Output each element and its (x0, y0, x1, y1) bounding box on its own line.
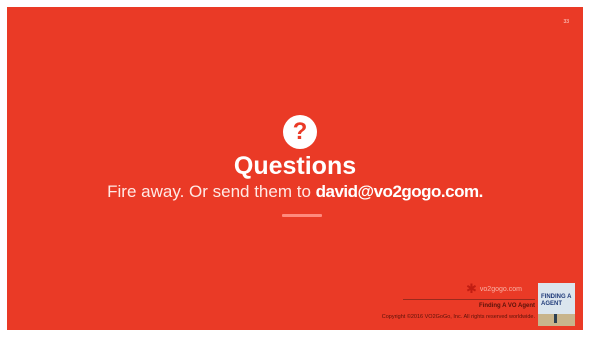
accent-divider (282, 214, 322, 217)
brand-logo: ✱ vo2gogo.com (466, 281, 522, 296)
copyright-text: Copyright ©2016 VO2GoGo, Inc. All rights… (381, 314, 535, 320)
brand-url: vo2gogo.com (479, 285, 522, 293)
slide-subtitle: Fire away. Or send them to david@vo2gogo… (7, 181, 583, 203)
footer-title: Finding A VO Agent (479, 303, 535, 309)
thumbnail-title-line2: AGENT (541, 301, 562, 307)
thumbnail-title-line1: FINDING A (541, 294, 572, 300)
presentation-slide: 33 ? Questions Fire away. Or send them t… (7, 7, 583, 330)
thumbnail-figure (554, 314, 557, 323)
book-cover-thumbnail: FINDING A AGENT (538, 283, 575, 326)
star-logo-icon: ✱ (466, 281, 477, 296)
email-link[interactable]: david@vo2gogo.com. (316, 182, 484, 201)
slide-title: Questions (233, 152, 357, 180)
subtitle-text: Fire away. Or send them to (107, 182, 316, 201)
footer-divider (403, 299, 535, 300)
slide-number: 33 (563, 19, 569, 25)
question-circle-icon: ? (283, 115, 317, 149)
